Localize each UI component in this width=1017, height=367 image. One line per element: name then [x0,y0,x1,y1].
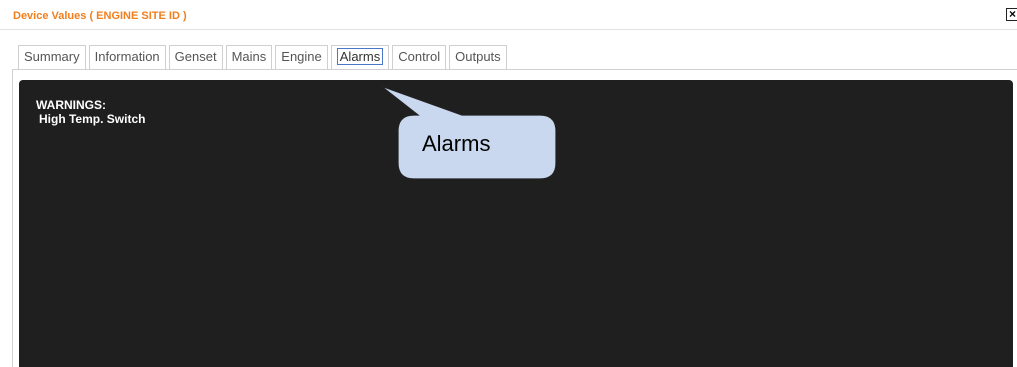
tab-divider [12,69,1017,70]
content-border [12,69,13,367]
tab-label: Genset [174,49,217,64]
tab-genset[interactable]: Genset [168,45,223,69]
tab-label: Summary [24,49,80,64]
warning-item: High Temp. Switch [39,112,146,126]
tab-label: Alarms [336,48,384,65]
tab-bar: Summary Information Genset Mains Engine … [18,45,507,69]
tab-control[interactable]: Control [392,45,447,69]
tab-label: Mains [231,49,267,64]
tab-alarms[interactable]: Alarms [330,45,390,69]
tab-label: Engine [281,49,322,64]
callout-label: Alarms [422,131,491,156]
dialog-title: Device Values ( ENGINE SITE ID ) [13,10,187,22]
tab-label: Outputs [455,49,501,64]
title-bar: Device Values ( ENGINE SITE ID ) × [0,0,1017,30]
tab-mains[interactable]: Mains [225,45,273,69]
device-values-dialog: Device Values ( ENGINE SITE ID ) × Summa… [0,0,1017,367]
tab-engine[interactable]: Engine [275,45,328,69]
tab-label: Control [398,49,441,64]
warnings-heading: WARNINGS: [36,98,106,112]
tab-label: Information [94,49,160,64]
close-icon[interactable]: × [1006,8,1017,21]
tab-information[interactable]: Information [88,45,166,69]
tab-summary[interactable]: Summary [18,45,86,69]
tab-outputs[interactable]: Outputs [449,45,507,69]
